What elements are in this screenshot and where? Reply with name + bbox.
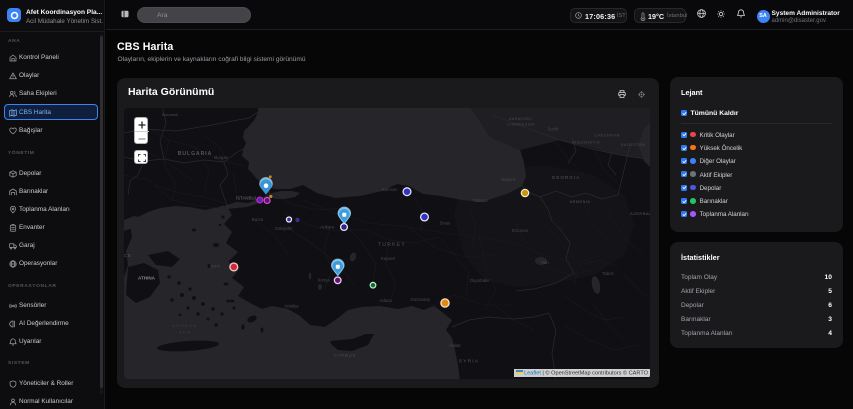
svg-text:ARMENIA: ARMENIA — [570, 200, 591, 204]
svg-text:Tabriz: Tabriz — [602, 271, 613, 276]
svg-text:Sivas: Sivas — [440, 221, 451, 226]
svg-text:BULGARIA: BULGARIA — [178, 151, 212, 157]
svg-text:Halab: Halab — [449, 343, 461, 348]
svg-text:SYRIA: SYRIA — [459, 359, 479, 365]
svg-text:Sochi: Sochi — [548, 127, 559, 132]
svg-text:Batumi: Batumi — [501, 177, 514, 182]
svg-text:AZERBAIJAN: AZERBAIJAN — [630, 211, 650, 216]
svg-text:ATHINA: ATHINA — [138, 276, 156, 281]
svg-text:KARACHAY-: KARACHAY- — [509, 117, 533, 121]
svg-text:Bursa: Bursa — [252, 217, 264, 222]
svg-text:CHECHNYA: CHECHNYA — [594, 134, 619, 138]
svg-text:Bucuresti: Bucuresti — [162, 113, 178, 117]
svg-text:AEGEAN: AEGEAN — [172, 323, 198, 328]
svg-text:Ankara: Ankara — [320, 225, 334, 230]
svg-text:INGUSHETIA: INGUSHETIA — [572, 141, 600, 145]
svg-text:CHERKESSIA: CHERKESSIA — [507, 123, 534, 127]
svg-text:Erzurum: Erzurum — [512, 228, 529, 233]
svg-text:Burgas: Burgas — [214, 155, 228, 160]
svg-text:GREECE: GREECE — [124, 253, 132, 258]
svg-text:Kayseri: Kayseri — [381, 256, 395, 261]
svg-text:Konya: Konya — [318, 278, 331, 283]
svg-text:Diyarbakır: Diyarbakır — [470, 278, 490, 283]
svg-text:İSTANBUL: İSTANBUL — [236, 196, 258, 201]
svg-text:SEA: SEA — [179, 330, 192, 335]
svg-text:Eskişehir: Eskişehir — [275, 226, 293, 231]
svg-text:CYPRUS: CYPRUS — [334, 353, 356, 358]
svg-text:Trabzon: Trabzon — [472, 198, 488, 203]
svg-text:DAGESTAN: DAGESTAN — [621, 143, 646, 147]
svg-text:Gaziantep: Gaziantep — [410, 297, 430, 302]
svg-text:Antalya: Antalya — [284, 304, 299, 309]
svg-text:İzmir: İzmir — [211, 264, 221, 269]
svg-text:Samsun: Samsun — [382, 187, 398, 192]
svg-text:Adana: Adana — [379, 298, 392, 303]
svg-text:Van: Van — [541, 260, 549, 265]
svg-text:TURKEY: TURKEY — [378, 242, 406, 248]
svg-text:GEORGIA: GEORGIA — [552, 175, 580, 180]
